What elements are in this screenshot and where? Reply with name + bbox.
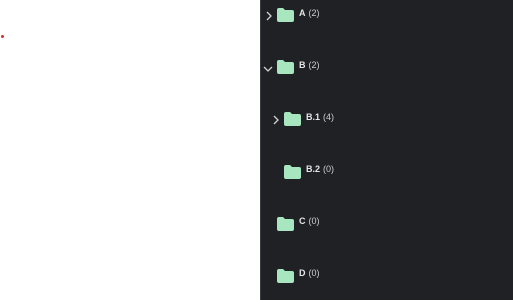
tree-item-b[interactable]: B (2)	[261, 57, 513, 77]
folder-count: (2)	[308, 8, 320, 18]
indicator-dot	[1, 35, 4, 38]
tree-item-c[interactable]: C (0)	[261, 213, 513, 233]
chevron-right-icon[interactable]	[271, 115, 281, 125]
folder-name: A	[299, 8, 306, 18]
folder-name: D	[299, 268, 306, 278]
app-window: A (2) B (2) B.1 (4) B.2 (0) C (0) D (0)	[0, 0, 513, 300]
chevron-right-icon[interactable]	[264, 11, 274, 21]
folder-tree-panel: A (2) B (2) B.1 (4) B.2 (0) C (0) D (0)	[261, 0, 513, 300]
tree-item-a[interactable]: A (2)	[261, 5, 513, 25]
folder-name: B.1	[306, 112, 321, 122]
chevron-down-icon[interactable]	[263, 64, 273, 74]
folder-icon	[284, 165, 301, 179]
folder-count: (0)	[308, 268, 320, 278]
tree-item-d[interactable]: D (0)	[261, 265, 513, 285]
folder-icon	[277, 60, 294, 74]
folder-icon	[277, 269, 294, 283]
folder-icon	[284, 112, 301, 126]
folder-icon	[277, 8, 294, 22]
folder-count: (0)	[323, 164, 335, 174]
tree-item-label: A (2)	[299, 7, 320, 19]
tree-item-b-1[interactable]: B.1 (4)	[261, 109, 513, 129]
folder-count: (0)	[308, 216, 320, 226]
tree-item-label: C (0)	[299, 215, 320, 227]
folder-count: (4)	[323, 112, 335, 122]
folder-icon	[277, 217, 294, 231]
folder-name: C	[299, 216, 306, 226]
folder-name: B	[299, 60, 306, 70]
tree-item-label: B.1 (4)	[306, 111, 334, 123]
tree-item-label: B (2)	[299, 59, 320, 71]
folder-count: (2)	[308, 60, 320, 70]
tree-item-label: D (0)	[299, 267, 320, 279]
tree-item-label: B.2 (0)	[306, 163, 334, 175]
tree-item-b-2[interactable]: B.2 (0)	[261, 161, 513, 181]
content-pane	[0, 0, 260, 300]
folder-name: B.2	[306, 164, 321, 174]
